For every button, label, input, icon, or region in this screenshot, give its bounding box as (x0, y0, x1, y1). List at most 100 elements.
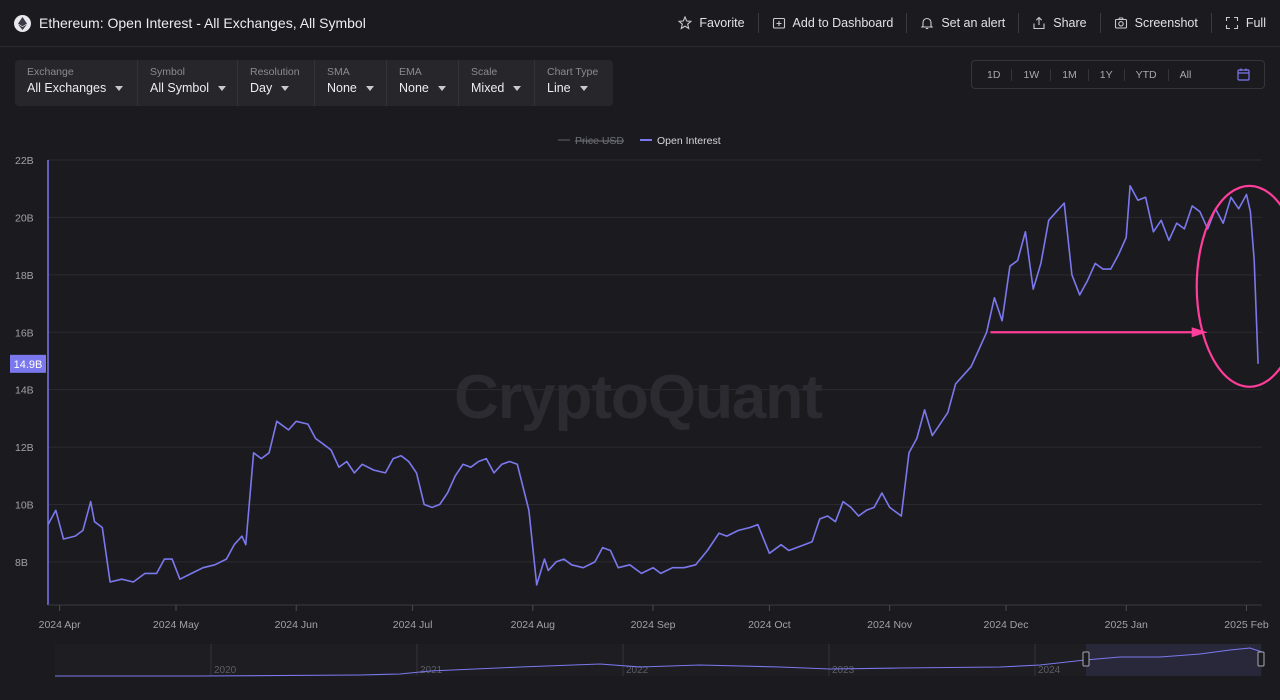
camera-icon (1114, 17, 1127, 29)
navigator-line (55, 647, 1263, 677)
x-tick-label: 2024 Dec (984, 619, 1029, 631)
chart-controls: Exchange All Exchanges Symbol All Symbol… (15, 60, 613, 106)
exchange-label: Exchange (27, 66, 74, 78)
navigator-year-label: 2022 (626, 665, 649, 676)
screenshot-button[interactable]: Screenshot (1099, 13, 1211, 33)
navigator[interactable]: 2020 2021 2022 2023 2024 (55, 644, 1265, 677)
navigator-handle[interactable] (1257, 651, 1265, 667)
navigator-year-label: 2020 (214, 665, 237, 676)
share-icon (1033, 16, 1045, 30)
x-tick-label: 2024 Oct (748, 619, 791, 631)
annotation-arrow-head (1191, 327, 1208, 338)
set-alert-label: Set an alert (941, 16, 1006, 30)
chart-type-value: Line (547, 81, 571, 95)
dashboard-add-icon (772, 17, 785, 29)
y-tick-label: 22B (15, 155, 34, 167)
share-button[interactable]: Share (1018, 13, 1099, 33)
open-interest-line (47, 185, 1259, 586)
x-tick-label: 2024 May (153, 619, 200, 631)
resolution-value: Day (250, 81, 273, 95)
x-tick-label: 2024 Sep (631, 619, 676, 631)
caret-down-icon (513, 85, 522, 91)
add-to-dashboard-label: Add to Dashboard (792, 16, 894, 30)
x-axis: 2024 Apr 2024 May 2024 Jun 2024 Jul 2024 Aug… (39, 604, 1269, 631)
navigator-year-label: 2024 (1038, 665, 1061, 676)
range-ytd-button[interactable]: YTD (1123, 68, 1168, 81)
fullscreen-icon (1225, 16, 1238, 30)
resolution-select[interactable]: Resolution Day (237, 60, 314, 106)
y-tick-label: 10B (15, 500, 34, 512)
ethereum-icon (14, 14, 31, 32)
ema-label: EMA (399, 66, 422, 78)
legend-price-usd[interactable]: Price USD (575, 135, 624, 147)
range-1d-button[interactable]: 1D (972, 69, 1011, 81)
y-tick-label: 16B (15, 327, 34, 339)
caret-down-icon (579, 85, 588, 91)
x-tick-label: 2025 Feb (1224, 619, 1269, 631)
fullscreen-button[interactable]: Full (1210, 13, 1280, 33)
symbol-label: Symbol (150, 66, 186, 78)
favorite-label: Favorite (699, 16, 745, 30)
fullscreen-label: Full (1245, 16, 1266, 30)
x-tick-label: 2024 Apr (39, 619, 82, 631)
grid (48, 159, 1262, 563)
ema-select[interactable]: EMA None (386, 60, 458, 106)
top-bar: Ethereum: Open Interest - All Exchanges,… (0, 0, 1280, 47)
exchange-select[interactable]: Exchange All Exchanges (15, 60, 137, 106)
calendar-icon[interactable] (1237, 68, 1250, 81)
range-all-button[interactable]: All (1167, 68, 1203, 81)
current-value-label: 14.9B (14, 359, 43, 371)
range-1w-button[interactable]: 1W (1011, 68, 1050, 81)
chart-title-block: Ethereum: Open Interest - All Exchanges,… (14, 14, 366, 32)
navigator-year-label: 2023 (832, 665, 855, 676)
navigator-year-label: 2021 (420, 665, 443, 676)
chart-type-label: Chart Type (547, 66, 599, 78)
annotations (990, 184, 1280, 388)
exchange-value: All Exchanges (27, 81, 107, 95)
legend: Price USD Open Interest (558, 135, 721, 147)
page-title: Ethereum: Open Interest - All Exchanges,… (39, 15, 366, 31)
star-icon (678, 16, 693, 30)
favorite-button[interactable]: Favorite (665, 13, 757, 33)
share-label: Share (1053, 16, 1087, 30)
y-axis: 8B 10B 12B 14B 16B 18B 20B 22B (15, 155, 49, 605)
screenshot-label: Screenshot (1134, 16, 1198, 30)
symbol-value: All Symbol (150, 81, 210, 95)
add-to-dashboard-button[interactable]: Add to Dashboard (757, 13, 907, 33)
chart-type-select[interactable]: Chart Type Line (534, 60, 613, 106)
x-tick-label: 2024 Jun (275, 619, 318, 631)
bell-icon (920, 17, 934, 30)
scale-select[interactable]: Scale Mixed (458, 60, 534, 106)
ema-value: None (399, 81, 429, 95)
current-value-marker: 14.9B (10, 354, 46, 373)
set-alert-button[interactable]: Set an alert (906, 13, 1018, 33)
time-range-selector: 1D 1W 1M 1Y YTD All (971, 60, 1265, 89)
sma-select[interactable]: SMA None (314, 60, 386, 106)
symbol-select[interactable]: Symbol All Symbol (137, 60, 237, 106)
caret-down-icon (281, 85, 290, 91)
scale-label: Scale (471, 66, 498, 78)
x-tick-label: 2024 Jul (393, 619, 433, 631)
caret-down-icon (365, 85, 374, 91)
legend-open-interest[interactable]: Open Interest (657, 135, 721, 147)
range-1y-button[interactable]: 1Y (1087, 68, 1124, 81)
resolution-label: Resolution (250, 66, 300, 78)
navigator-background (55, 644, 1262, 676)
current-value-badge (10, 354, 46, 373)
y-tick-label: 12B (15, 442, 34, 454)
y-tick-label: 20B (15, 212, 34, 224)
navigator-handle[interactable] (1082, 651, 1090, 667)
x-tick-label: 2024 Nov (867, 619, 913, 631)
y-tick-label: 14B (15, 385, 34, 397)
x-tick-label: 2024 Aug (511, 619, 556, 631)
x-tick-label: 2025 Jan (1105, 619, 1148, 631)
caret-down-icon (437, 85, 446, 91)
range-1m-button[interactable]: 1M (1050, 68, 1088, 81)
sma-label: SMA (327, 66, 350, 78)
caret-down-icon (218, 85, 227, 91)
caret-down-icon (115, 85, 124, 91)
navigator-selection[interactable] (1086, 644, 1261, 676)
sma-value: None (327, 81, 357, 95)
annotation-ellipse (1195, 184, 1280, 388)
y-tick-label: 8B (15, 557, 28, 569)
